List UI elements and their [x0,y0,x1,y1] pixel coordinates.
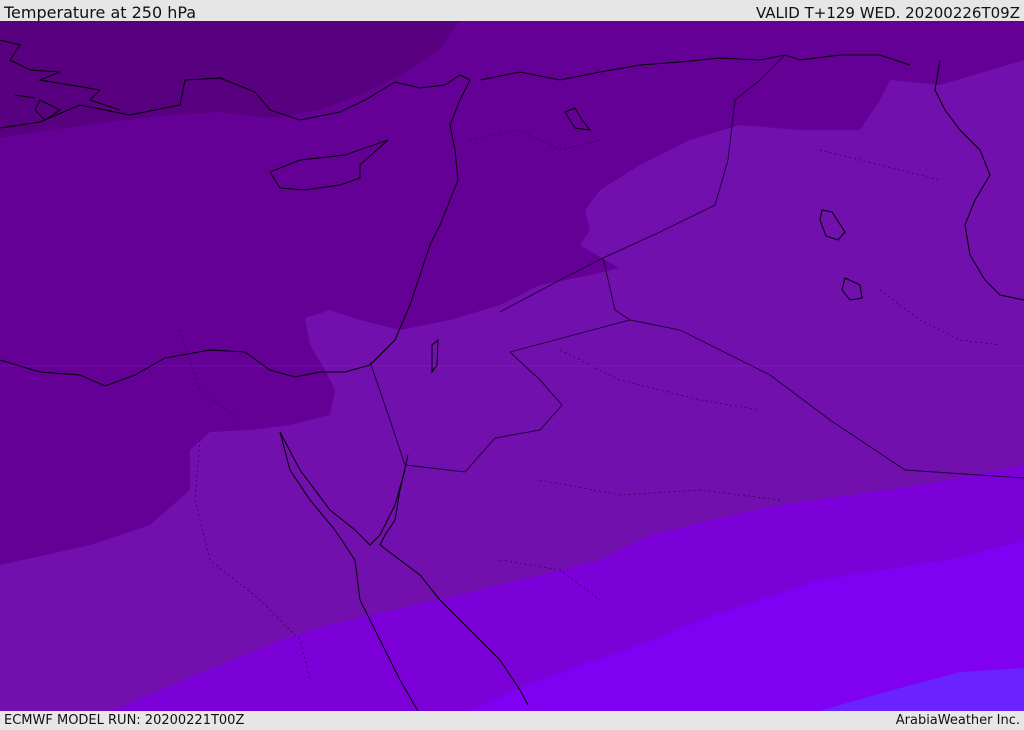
temperature-map[interactable] [0,21,1024,711]
model-run: ECMWF MODEL RUN: 20200221T00Z [4,713,245,728]
valid-time: VALID T+129 WED. 20200226T09Z [755,4,1020,22]
map-canvas [0,21,1024,711]
credit-label: ArabiaWeather Inc. [895,713,1020,728]
footer-bar: ECMWF MODEL RUN: 20200221T00Z ArabiaWeat… [0,711,1024,729]
map-title: Temperature at 250 hPa [4,3,197,22]
header-bar: Temperature at 250 hPa VALID T+129 WED. … [0,0,1024,22]
